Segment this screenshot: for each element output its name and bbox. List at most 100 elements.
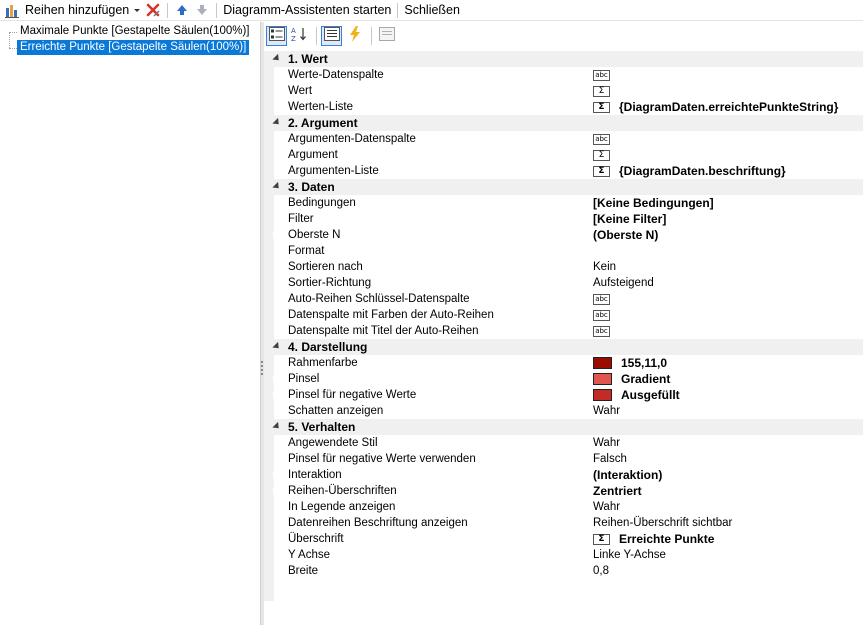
- start-wizard-button[interactable]: Diagramm-Assistenten starten: [221, 1, 393, 20]
- property-row-rahmenfarbe[interactable]: Rahmenfarbe 155,11,0: [264, 355, 863, 371]
- property-row-filter[interactable]: Filter [Keine Filter]: [264, 211, 863, 227]
- property-row-pinsel[interactable]: Pinsel Gradient: [264, 371, 863, 387]
- property-row-pinsel-fuer-negative-werte[interactable]: Pinsel für negative Werte Ausgefüllt: [264, 387, 863, 403]
- close-button[interactable]: Schließen: [402, 1, 462, 20]
- property-row-reihen-ueberschriften[interactable]: Reihen-Überschriften Zentriert: [264, 483, 863, 499]
- add-series-button[interactable]: Reihen hinzufügen: [2, 1, 131, 20]
- property-value[interactable]: Wahr: [593, 403, 620, 419]
- property-row-ueberschrift[interactable]: Überschrift Σ Erreichte Punkte: [264, 531, 863, 547]
- tree-item-maximale-punkte[interactable]: Maximale Punkte [Gestapelte Säulen(100%)…: [17, 24, 252, 39]
- sigma-icon[interactable]: Σ: [593, 85, 610, 97]
- property-value[interactable]: abc: [593, 323, 616, 339]
- events-button[interactable]: [344, 26, 365, 46]
- property-value[interactable]: Σ Erreichte Punkte: [593, 531, 714, 547]
- property-row-in-legende-anzeigen[interactable]: In Legende anzeigen Wahr: [264, 499, 863, 515]
- property-value[interactable]: Linke Y-Achse: [593, 547, 666, 563]
- property-value[interactable]: Σ: [593, 83, 619, 99]
- property-row-wert[interactable]: Wert Σ: [264, 83, 863, 99]
- abc-icon[interactable]: abc: [593, 69, 610, 81]
- expand-triangle-icon[interactable]: [272, 486, 278, 496]
- property-value[interactable]: (Interaktion): [593, 467, 662, 483]
- abc-icon[interactable]: abc: [593, 293, 610, 305]
- property-value[interactable]: Ausgefüllt: [593, 387, 680, 403]
- property-row-sortieren-nach[interactable]: Sortieren nach Kein: [264, 259, 863, 275]
- property-value[interactable]: Σ: [593, 147, 619, 163]
- collapse-triangle-icon[interactable]: [272, 53, 282, 64]
- property-row-auto-reihen-schluessel-datenspalte[interactable]: Auto-Reihen Schlüssel-Datenspalte abc: [264, 291, 863, 307]
- property-row-format[interactable]: Format: [264, 243, 863, 259]
- property-row-breite[interactable]: Breite 0,8: [264, 563, 863, 579]
- alphabetical-view-button[interactable]: A Z: [289, 26, 310, 46]
- categorized-view-button[interactable]: [266, 25, 287, 46]
- property-row-datenreihen-beschriftung-anzeigen[interactable]: Datenreihen Beschriftung anzeigen Reihen-…: [264, 515, 863, 531]
- sigma-icon[interactable]: Σ: [593, 101, 610, 113]
- property-value[interactable]: abc: [593, 131, 616, 147]
- property-value[interactable]: 155,11,0: [593, 355, 667, 371]
- property-value[interactable]: Kein: [593, 259, 616, 275]
- property-value[interactable]: Wahr: [593, 435, 620, 451]
- property-value[interactable]: abc: [593, 67, 616, 83]
- tree-item-erreichte-punkte[interactable]: Erreichte Punkte [Gestapelte Säulen(100%…: [17, 40, 250, 55]
- property-value[interactable]: Wahr: [593, 499, 620, 515]
- collapse-triangle-icon[interactable]: [272, 181, 282, 192]
- property-value[interactable]: [Keine Bedingungen]: [593, 195, 714, 211]
- delete-series-button[interactable]: [143, 1, 163, 20]
- property-row-bedingungen[interactable]: Bedingungen [Keine Bedingungen]: [264, 195, 863, 211]
- collapse-triangle-icon[interactable]: [272, 117, 282, 128]
- move-down-button[interactable]: [192, 1, 212, 20]
- property-value[interactable]: abc: [593, 307, 616, 323]
- add-series-dropdown[interactable]: [131, 1, 143, 20]
- expand-triangle-icon[interactable]: [272, 470, 278, 480]
- color-swatch[interactable]: [593, 357, 612, 369]
- expand-triangle-icon[interactable]: [272, 230, 278, 240]
- category-5-verhalten[interactable]: 5. Verhalten: [264, 419, 863, 435]
- expand-triangle-icon[interactable]: [272, 374, 278, 384]
- property-value[interactable]: (Oberste N): [593, 227, 658, 243]
- property-row-schatten-anzeigen[interactable]: Schatten anzeigen Wahr: [264, 403, 863, 419]
- property-row-sortier-richtung[interactable]: Sortier-Richtung Aufsteigend: [264, 275, 863, 291]
- abc-icon[interactable]: abc: [593, 325, 610, 337]
- property-row-y-achse[interactable]: Y Achse Linke Y-Achse: [264, 547, 863, 563]
- property-value[interactable]: Gradient: [593, 371, 670, 387]
- properties-button[interactable]: [321, 25, 342, 46]
- property-row-interaktion[interactable]: Interaktion (Interaktion): [264, 467, 863, 483]
- category-2-argument[interactable]: 2. Argument: [264, 115, 863, 131]
- property-row-oberste-n[interactable]: Oberste N (Oberste N): [264, 227, 863, 243]
- sigma-icon[interactable]: Σ: [593, 533, 610, 545]
- property-value[interactable]: Zentriert: [593, 483, 642, 499]
- property-row-angewendete-stil[interactable]: Angewendete Stil Wahr: [264, 435, 863, 451]
- property-row-pinsel-fuer-negative-werte-verwenden[interactable]: Pinsel für negative Werte verwenden Falsc…: [264, 451, 863, 467]
- category-4-darstellung[interactable]: 4. Darstellung: [264, 339, 863, 355]
- property-row-datenspalte-mit-titel-der-auto-reihen[interactable]: Datenspalte mit Titel der Auto-Reihen abc: [264, 323, 863, 339]
- abc-icon[interactable]: abc: [593, 309, 610, 321]
- sigma-icon[interactable]: Σ: [593, 165, 610, 177]
- property-value[interactable]: Reihen-Überschrift sichtbar: [593, 515, 732, 531]
- color-swatch[interactable]: [593, 373, 612, 385]
- property-row-argumenten-liste[interactable]: Argumenten-Liste Σ {DiagramDaten.beschrift…: [264, 163, 863, 179]
- color-swatch[interactable]: [593, 389, 612, 401]
- property-pages-button[interactable]: [376, 26, 397, 46]
- property-value[interactable]: Aufsteigend: [593, 275, 654, 291]
- property-row-werte-datenspalte[interactable]: Werte-Datenspalte abc: [264, 67, 863, 83]
- property-row-datenspalte-mit-farben-der-auto-reihen[interactable]: Datenspalte mit Farben der Auto-Reihen ab…: [264, 307, 863, 323]
- property-row-werten-liste[interactable]: Werten-Liste Σ {DiagramDaten.erreichtePunk…: [264, 99, 863, 115]
- property-value[interactable]: 0,8: [593, 563, 609, 579]
- property-row-argument[interactable]: Argument Σ: [264, 147, 863, 163]
- collapse-triangle-icon[interactable]: [272, 341, 282, 352]
- property-value-text: 155,11,0: [621, 356, 668, 370]
- property-value[interactable]: Falsch: [593, 451, 627, 467]
- abc-icon[interactable]: abc: [593, 133, 610, 145]
- category-1-wert[interactable]: 1. Wert: [264, 51, 863, 67]
- property-name: Auto-Reihen Schlüssel-Datenspalte: [288, 293, 470, 305]
- collapse-triangle-icon[interactable]: [272, 421, 282, 432]
- property-name: Schatten anzeigen: [288, 405, 384, 417]
- property-value[interactable]: [Keine Filter]: [593, 211, 666, 227]
- move-up-button[interactable]: [172, 1, 192, 20]
- category-3-daten[interactable]: 3. Daten: [264, 179, 863, 195]
- expand-triangle-icon[interactable]: [272, 390, 278, 400]
- property-row-argumenten-datenspalte[interactable]: Argumenten-Datenspalte abc: [264, 131, 863, 147]
- property-value[interactable]: Σ {DiagramDaten.beschriftung}: [593, 163, 786, 179]
- property-value[interactable]: abc: [593, 291, 616, 307]
- property-value[interactable]: Σ {DiagramDaten.erreichtePunkteString}: [593, 99, 838, 115]
- sigma-icon[interactable]: Σ: [593, 149, 610, 161]
